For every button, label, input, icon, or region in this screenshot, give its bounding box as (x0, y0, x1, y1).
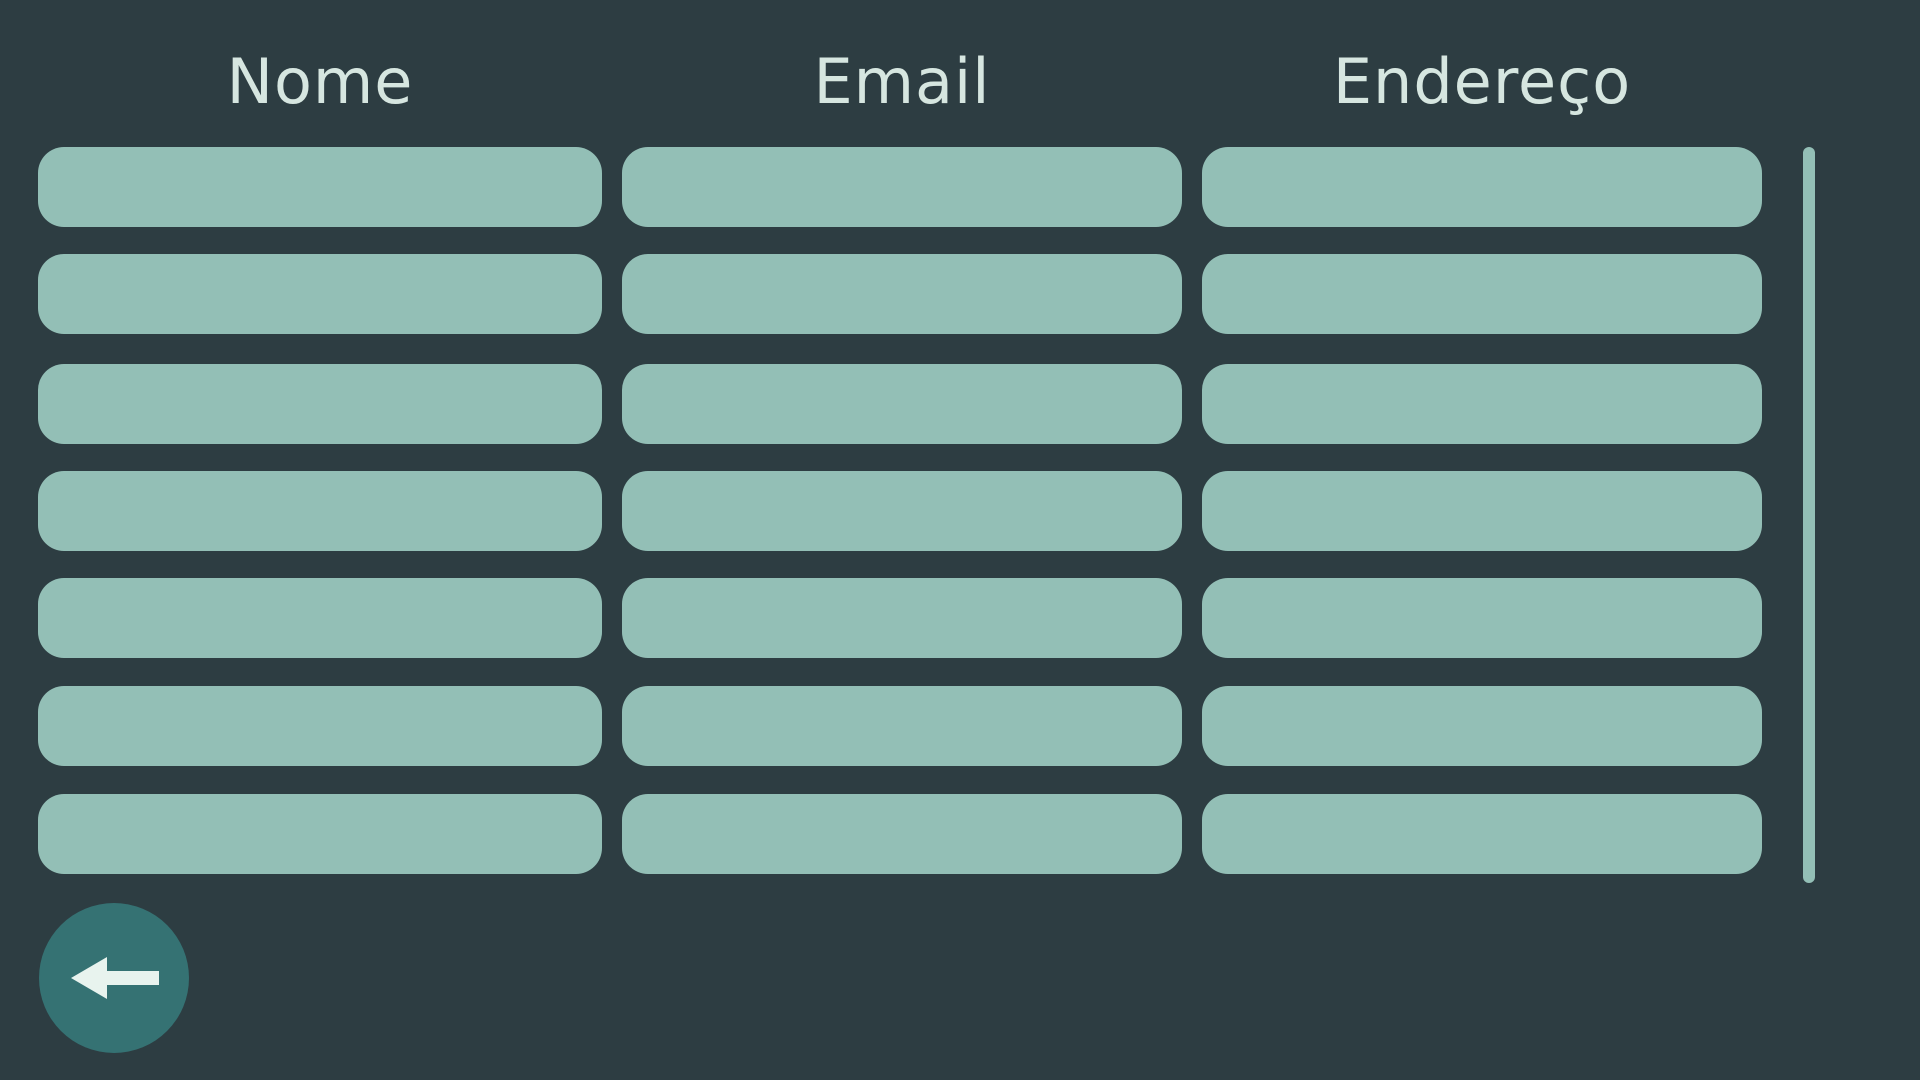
cell-endereco-row-5[interactable] (1202, 578, 1762, 658)
arrow-left-icon (71, 957, 159, 999)
cell-endereco-row-7[interactable] (1202, 794, 1762, 874)
scrollbar[interactable] (1803, 147, 1815, 883)
cell-endereco-row-6[interactable] (1202, 686, 1762, 766)
cell-email-row-5[interactable] (622, 578, 1182, 658)
cell-email-row-3[interactable] (622, 364, 1182, 444)
cell-nome-row-3[interactable] (38, 364, 602, 444)
cell-nome-row-6[interactable] (38, 686, 602, 766)
cell-endereco-row-2[interactable] (1202, 254, 1762, 334)
header-endereco: Endereço (1332, 45, 1632, 118)
cell-email-row-7[interactable] (622, 794, 1182, 874)
cell-endereco-row-3[interactable] (1202, 364, 1762, 444)
cell-endereco-row-1[interactable] (1202, 147, 1762, 227)
cell-email-row-1[interactable] (622, 147, 1182, 227)
header-email: Email (813, 45, 991, 118)
header-nome: Nome (226, 45, 414, 118)
back-button[interactable] (39, 903, 189, 1053)
cell-email-row-6[interactable] (622, 686, 1182, 766)
cell-nome-row-7[interactable] (38, 794, 602, 874)
cell-email-row-4[interactable] (622, 471, 1182, 551)
cell-nome-row-2[interactable] (38, 254, 602, 334)
cell-nome-row-5[interactable] (38, 578, 602, 658)
cell-endereco-row-4[interactable] (1202, 471, 1762, 551)
cell-nome-row-4[interactable] (38, 471, 602, 551)
cell-email-row-2[interactable] (622, 254, 1182, 334)
cell-nome-row-1[interactable] (38, 147, 602, 227)
user-table-screen: Nome Email Endereço (0, 0, 1920, 1080)
